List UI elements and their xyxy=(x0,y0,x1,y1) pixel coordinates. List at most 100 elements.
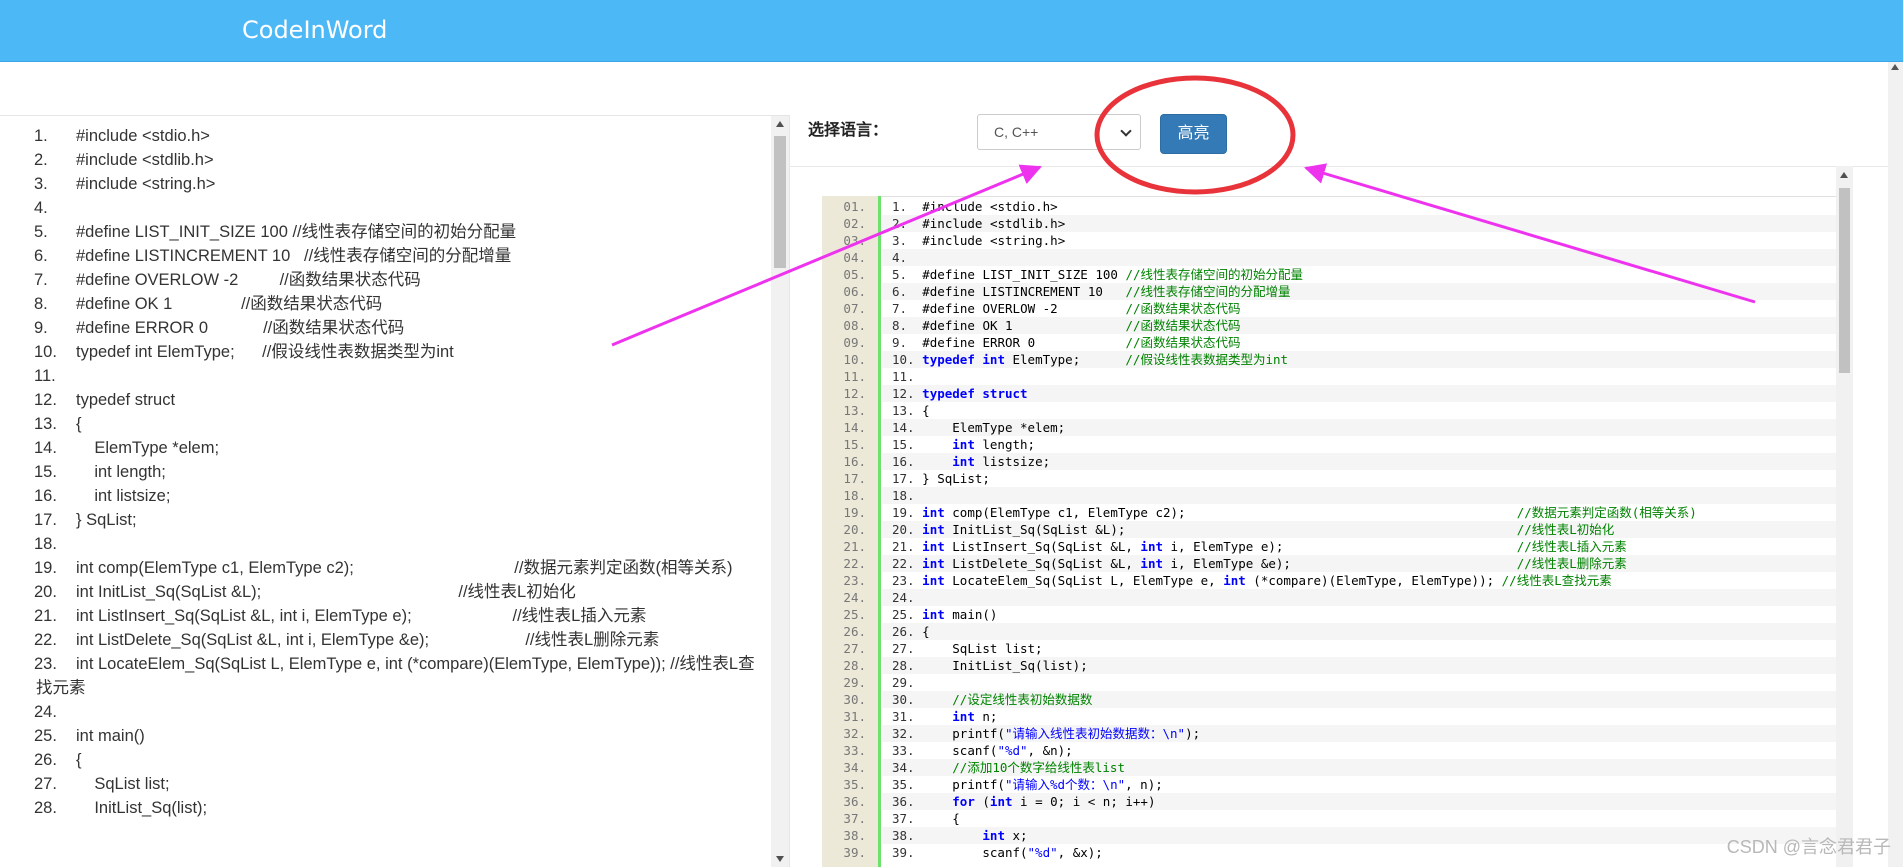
gutter-line-number: 24. xyxy=(843,590,866,605)
code-line-number: 6. xyxy=(892,284,908,299)
code-token: LocateElem_Sq(SqList L, ElemType e, xyxy=(944,573,1224,588)
gutter-line-number: 16. xyxy=(843,454,866,469)
source-line: 5. #define LIST_INIT_SIZE 100 //线性表存储空间的初… xyxy=(0,220,770,244)
highlighted-line: 14. 14. ElemType *elem; xyxy=(822,419,1836,436)
source-line: 7. #define OVERLOW -2 //函数结果状态代码 xyxy=(0,268,770,292)
highlighted-line: 22. 22. int ListDelete_Sq(SqList &L, int … xyxy=(822,555,1836,572)
highlighted-code-viewer[interactable]: 01. 1. #include <stdio.h> 02. 2. #include <… xyxy=(822,196,1836,867)
line-body: 35. printf("请输入%d个数：\n", n); xyxy=(882,776,1836,793)
code-token: length; xyxy=(974,437,1036,452)
code-token: scanf( xyxy=(922,743,998,758)
code-token: , n); xyxy=(1125,777,1163,792)
highlight-button[interactable]: 高亮 xyxy=(1160,114,1227,154)
code-token: , &x); xyxy=(1057,845,1103,860)
code-token: ElemType *elem; xyxy=(922,420,1066,435)
source-line: 6. #define LISTINCREMENT 10 //线性表存储空间的分配增… xyxy=(0,244,770,268)
code-token: i, ElemType &e); xyxy=(1163,556,1517,571)
code-token: InitList_Sq(list); xyxy=(922,658,1088,673)
source-line: 19. int comp(ElemType c1, ElemType c2); /… xyxy=(0,556,770,580)
line-number: 12. xyxy=(34,391,57,409)
line-text: SqList list; xyxy=(76,775,170,793)
code-token: printf( xyxy=(922,777,1005,792)
code-token: //设定线性表初始数据数 xyxy=(952,692,1093,707)
line-number: 19. xyxy=(34,559,57,577)
viewer-scrollbar[interactable] xyxy=(1836,166,1853,867)
code-token: , &n); xyxy=(1027,743,1073,758)
line-body: 33. scanf("%d", &n); xyxy=(882,742,1836,759)
source-editor-scrollbar[interactable] xyxy=(771,116,789,867)
line-text: int length; xyxy=(76,463,166,481)
code-token: int xyxy=(922,522,945,537)
line-text: #define ERROR 0 //函数结果状态代码 xyxy=(76,319,405,337)
line-number: 24. xyxy=(34,703,57,721)
highlighted-line: 38. 38. int x; xyxy=(822,827,1836,844)
code-line-number: 21. xyxy=(892,539,915,554)
code-token: //线性表L插入元素 xyxy=(1516,539,1627,554)
page-scrollbar[interactable] xyxy=(1888,62,1903,867)
line-body: 8. #define OK 1 //函数结果状态代码 xyxy=(882,317,1836,334)
gutter-line-number: 05. xyxy=(843,267,866,282)
source-editor[interactable]: 1. #include <stdio.h> 2. #include <stdlib.h… xyxy=(0,115,789,868)
gutter-line-number: 04. xyxy=(843,250,866,265)
gutter-line-number: 22. xyxy=(843,556,866,571)
code-token: "请输入线性表初始数据数：\n" xyxy=(1004,726,1186,741)
scroll-down-icon[interactable] xyxy=(776,856,784,862)
highlighted-line: 09. 9. #define ERROR 0 //函数结果状态代码 xyxy=(822,334,1836,351)
source-line: 17.} SqList; xyxy=(0,508,770,532)
code-token: int xyxy=(922,539,945,554)
line-body: 6. #define LISTINCREMENT 10 //线性表存储空间的分配… xyxy=(882,283,1836,300)
code-token: #define OK 1 xyxy=(922,318,1126,333)
source-line: 23. int LocateElem_Sq(SqList L, ElemType … xyxy=(0,652,770,700)
code-token: "请输入%d个数：\n" xyxy=(1004,777,1126,792)
gutter-line-number: 23. xyxy=(843,573,866,588)
code-token: #include <stdio.h> xyxy=(922,199,1058,214)
line-number: 23. xyxy=(34,655,57,673)
line-body: 3. #include <string.h> xyxy=(882,232,1836,249)
scroll-up-icon[interactable] xyxy=(776,121,784,127)
scrollbar-thumb[interactable] xyxy=(1839,188,1850,373)
scroll-up-icon[interactable] xyxy=(1840,172,1848,178)
source-line: 27. SqList list; xyxy=(0,772,770,796)
source-line: 14. ElemType *elem; xyxy=(0,436,770,460)
line-body: 15. int length; xyxy=(882,436,1836,453)
code-token: //添加10个数字给线性表list xyxy=(952,760,1125,775)
scroll-up-icon[interactable] xyxy=(1891,64,1899,70)
code-token: //函数结果状态代码 xyxy=(1125,318,1241,333)
line-number: 16. xyxy=(34,487,57,505)
gutter-line-number: 08. xyxy=(843,318,866,333)
line-body: 36. for (int i = 0; i < n; i++) xyxy=(882,793,1836,810)
code-line-number: 11. xyxy=(892,369,915,384)
code-token: //线性表L删除元素 xyxy=(1516,556,1627,571)
line-body: 5. #define LIST_INIT_SIZE 100 //线性表存储空间的… xyxy=(882,266,1836,283)
language-select[interactable]: C, C++ xyxy=(977,114,1141,150)
app-title[interactable]: CodeInWord xyxy=(242,16,387,44)
code-line-number: 7. xyxy=(892,301,908,316)
line-text: int main() xyxy=(76,727,145,745)
code-token: int xyxy=(982,352,1005,367)
source-line: 25. int main() xyxy=(0,724,770,748)
line-number: 9. xyxy=(34,319,48,337)
code-token: InitList_Sq(SqList &L); xyxy=(944,522,1517,537)
code-line-number: 9. xyxy=(892,335,908,350)
code-token: int xyxy=(922,607,945,622)
code-token: int xyxy=(922,573,945,588)
gutter-line-number: 09. xyxy=(843,335,866,350)
line-body: 12. typedef struct xyxy=(882,385,1836,402)
gutter-line-number: 25. xyxy=(843,607,866,622)
code-line-number: 32. xyxy=(892,726,915,741)
code-token: x; xyxy=(1004,828,1028,843)
code-token: i, ElemType e); xyxy=(1163,539,1517,554)
code-line-number: 13. xyxy=(892,403,915,418)
source-line: 18. xyxy=(0,532,770,556)
line-number: 4. xyxy=(34,199,48,217)
line-number: 1. xyxy=(34,127,48,145)
scrollbar-thumb[interactable] xyxy=(774,136,786,268)
line-body: 37. { xyxy=(882,810,1836,827)
line-body: 30. //设定线性表初始数据数 xyxy=(882,691,1836,708)
source-line: 10. typedef int ElemType; //假设线性表数据类型为int xyxy=(0,340,770,364)
source-line: 9. #define ERROR 0 //函数结果状态代码 xyxy=(0,316,770,340)
highlighted-line: 15. 15. int length; xyxy=(822,436,1836,453)
highlighted-line: 39. 39. scanf("%d", &x); xyxy=(822,844,1836,861)
line-body: 38. int x; xyxy=(882,827,1836,844)
